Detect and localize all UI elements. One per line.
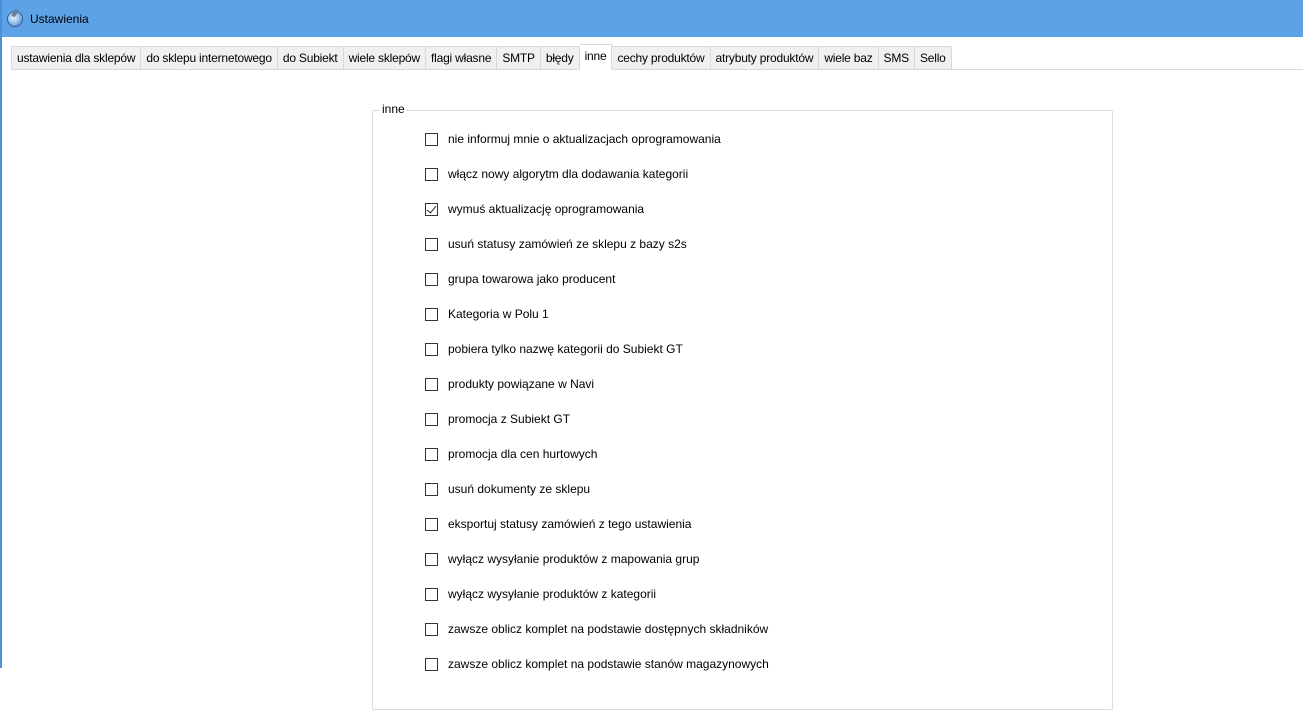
tab-atrybuty-produktów[interactable]: atrybuty produktów — [710, 46, 820, 70]
option-row[interactable]: włącz nowy algorytm dla dodawania katego… — [425, 166, 688, 182]
checkbox[interactable] — [425, 377, 438, 391]
option-label[interactable]: wyłącz wysyłanie produktów z mapowania g… — [448, 552, 699, 566]
checkbox[interactable] — [425, 552, 438, 566]
checkbox-checked[interactable] — [425, 202, 438, 216]
option-label[interactable]: grupa towarowa jako producent — [448, 272, 615, 286]
option-label[interactable]: wymuś aktualizację oprogramowania — [448, 202, 644, 216]
option-row[interactable]: usuń dokumenty ze sklepu — [425, 481, 590, 497]
checkbox[interactable] — [425, 307, 438, 321]
option-row[interactable]: eksportuj statusy zamówień z tego ustawi… — [425, 516, 691, 532]
checkbox[interactable] — [425, 272, 438, 286]
option-row[interactable]: grupa towarowa jako producent — [425, 271, 615, 287]
checkbox[interactable] — [425, 167, 438, 181]
option-row[interactable]: promocja z Subiekt GT — [425, 411, 570, 427]
option-row[interactable]: pobiera tylko nazwę kategorii do Subiekt… — [425, 341, 683, 357]
group-legend: inne — [380, 102, 407, 116]
tab-inne[interactable]: inne — [579, 44, 613, 70]
option-label[interactable]: usuń dokumenty ze sklepu — [448, 482, 590, 496]
checkbox[interactable] — [425, 482, 438, 496]
checkbox[interactable] — [425, 622, 438, 636]
option-label[interactable]: włącz nowy algorytm dla dodawania katego… — [448, 167, 688, 181]
window-title: Ustawienia — [30, 11, 89, 26]
option-label[interactable]: zawsze oblicz komplet na podstawie stanó… — [448, 657, 769, 671]
settings-window: Ustawienia ustawienia dla sklepów do skle… — [0, 0, 1303, 710]
checkbox[interactable] — [425, 342, 438, 356]
checkbox[interactable] — [425, 587, 438, 601]
option-label[interactable]: eksportuj statusy zamówień z tego ustawi… — [448, 517, 691, 531]
option-row[interactable]: wyłącz wysyłanie produktów z mapowania g… — [425, 551, 699, 567]
checkbox[interactable] — [425, 132, 438, 146]
checkbox[interactable] — [425, 657, 438, 671]
settings-gear-globe-icon — [8, 11, 22, 26]
option-label[interactable]: pobiera tylko nazwę kategorii do Subiekt… — [448, 342, 683, 356]
option-label[interactable]: promocja z Subiekt GT — [448, 412, 570, 426]
option-label[interactable]: Kategoria w Polu 1 — [448, 307, 549, 321]
option-row[interactable]: zawsze oblicz komplet na podstawie stanó… — [425, 656, 769, 672]
option-row[interactable]: nie informuj mnie o aktualizacjach oprog… — [425, 131, 721, 147]
option-row[interactable]: produkty powiązane w Navi — [425, 376, 594, 392]
tab-wiele-sklepów[interactable]: wiele sklepów — [343, 46, 426, 70]
option-row[interactable]: wyłącz wysyłanie produktów z kategorii — [425, 586, 656, 602]
title-bar[interactable]: Ustawienia — [2, 0, 1303, 37]
option-label[interactable]: zawsze oblicz komplet na podstawie dostę… — [448, 622, 768, 636]
tab-cechy-produktów[interactable]: cechy produktów — [612, 46, 711, 70]
tab-bar: ustawienia dla sklepów do sklepu internet… — [11, 44, 952, 70]
tab-smtp[interactable]: SMTP — [497, 46, 541, 70]
option-row[interactable]: Kategoria w Polu 1 — [425, 306, 549, 322]
tab-do-sklepu-internetowego[interactable]: do sklepu internetowego — [141, 46, 278, 70]
checkbox[interactable] — [425, 517, 438, 531]
checkbox[interactable] — [425, 237, 438, 251]
tab-do-subiekt[interactable]: do Subiekt — [277, 46, 344, 70]
option-row[interactable]: zawsze oblicz komplet na podstawie dostę… — [425, 621, 768, 637]
option-row[interactable]: usuń statusy zamówień ze sklepu z bazy s… — [425, 236, 687, 252]
checkbox[interactable] — [425, 412, 438, 426]
tab-sello[interactable]: Sello — [914, 46, 952, 70]
option-row[interactable]: promocja dla cen hurtowych — [425, 446, 597, 462]
option-label[interactable]: promocja dla cen hurtowych — [448, 447, 597, 461]
option-row[interactable]: wymuś aktualizację oprogramowania — [425, 201, 644, 217]
option-label[interactable]: wyłącz wysyłanie produktów z kategorii — [448, 587, 656, 601]
option-label[interactable]: produkty powiązane w Navi — [448, 377, 594, 391]
tab-sms[interactable]: SMS — [878, 46, 915, 70]
option-label[interactable]: usuń statusy zamówień ze sklepu z bazy s… — [448, 237, 687, 251]
tab-błędy[interactable]: błędy — [540, 46, 580, 70]
tab-ustawienia-dla-sklepów[interactable]: ustawienia dla sklepów — [11, 46, 142, 70]
option-label[interactable]: nie informuj mnie o aktualizacjach oprog… — [448, 132, 721, 146]
checkbox[interactable] — [425, 447, 438, 461]
group-box-inne: inne nie informuj mnie o aktualizacjach … — [372, 102, 1113, 710]
tab-flagi-własne[interactable]: flagi własne — [426, 46, 498, 70]
tab-wiele-baz[interactable]: wiele baz — [819, 46, 879, 70]
